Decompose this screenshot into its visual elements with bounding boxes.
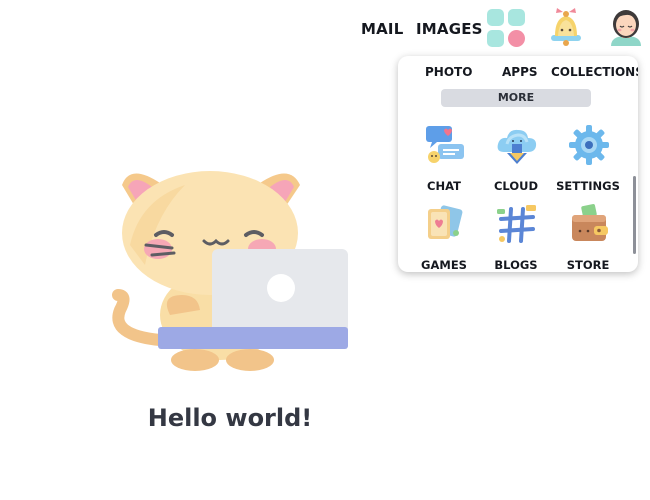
bell-icon[interactable] <box>549 6 583 46</box>
store-icon <box>572 204 608 241</box>
gear-icon <box>569 125 609 165</box>
avatar[interactable] <box>607 4 645 46</box>
app-label-chat: CHAT <box>427 179 461 193</box>
app-label-blogs: BLOGS <box>494 258 538 272</box>
apps-dropdown-panel: PHOTO APPS COLLECTIONS MORE CHAT CLOUD S… <box>398 56 638 272</box>
images-link[interactable]: IMAGES <box>416 20 483 38</box>
app-label-games: GAMES <box>421 258 467 272</box>
app-tile-cloud[interactable]: CLOUD <box>478 124 554 196</box>
cat-with-laptop-illustration <box>100 145 360 385</box>
top-navigation: MAIL IMAGES <box>0 0 650 60</box>
app-tile-games[interactable]: GAMES <box>406 203 482 272</box>
greeting-text: Hello world! <box>147 404 313 432</box>
collections-link[interactable]: COLLECTIONS <box>551 65 638 79</box>
games-icon <box>428 205 463 239</box>
panel-scrollbar[interactable] <box>633 176 636 254</box>
app-label-cloud: CLOUD <box>493 179 539 193</box>
app-tile-chat[interactable]: CHAT <box>406 124 482 196</box>
app-tile-settings[interactable]: SETTINGS <box>550 124 626 196</box>
app-label-settings: SETTINGS <box>556 179 620 193</box>
cloud-icon <box>497 129 537 164</box>
app-label-store: STORE <box>566 258 610 272</box>
apps-link[interactable]: APPS <box>502 65 538 79</box>
apps-grid-icon[interactable] <box>486 8 526 48</box>
more-button[interactable]: MORE <box>441 89 591 107</box>
photo-link[interactable]: PHOTO <box>425 65 472 79</box>
chat-icon <box>426 126 464 163</box>
blogs-icon <box>497 205 536 243</box>
mail-link[interactable]: MAIL <box>361 20 403 38</box>
app-tile-blogs[interactable]: BLOGS <box>478 203 554 272</box>
app-tile-store[interactable]: STORE <box>550 203 626 272</box>
